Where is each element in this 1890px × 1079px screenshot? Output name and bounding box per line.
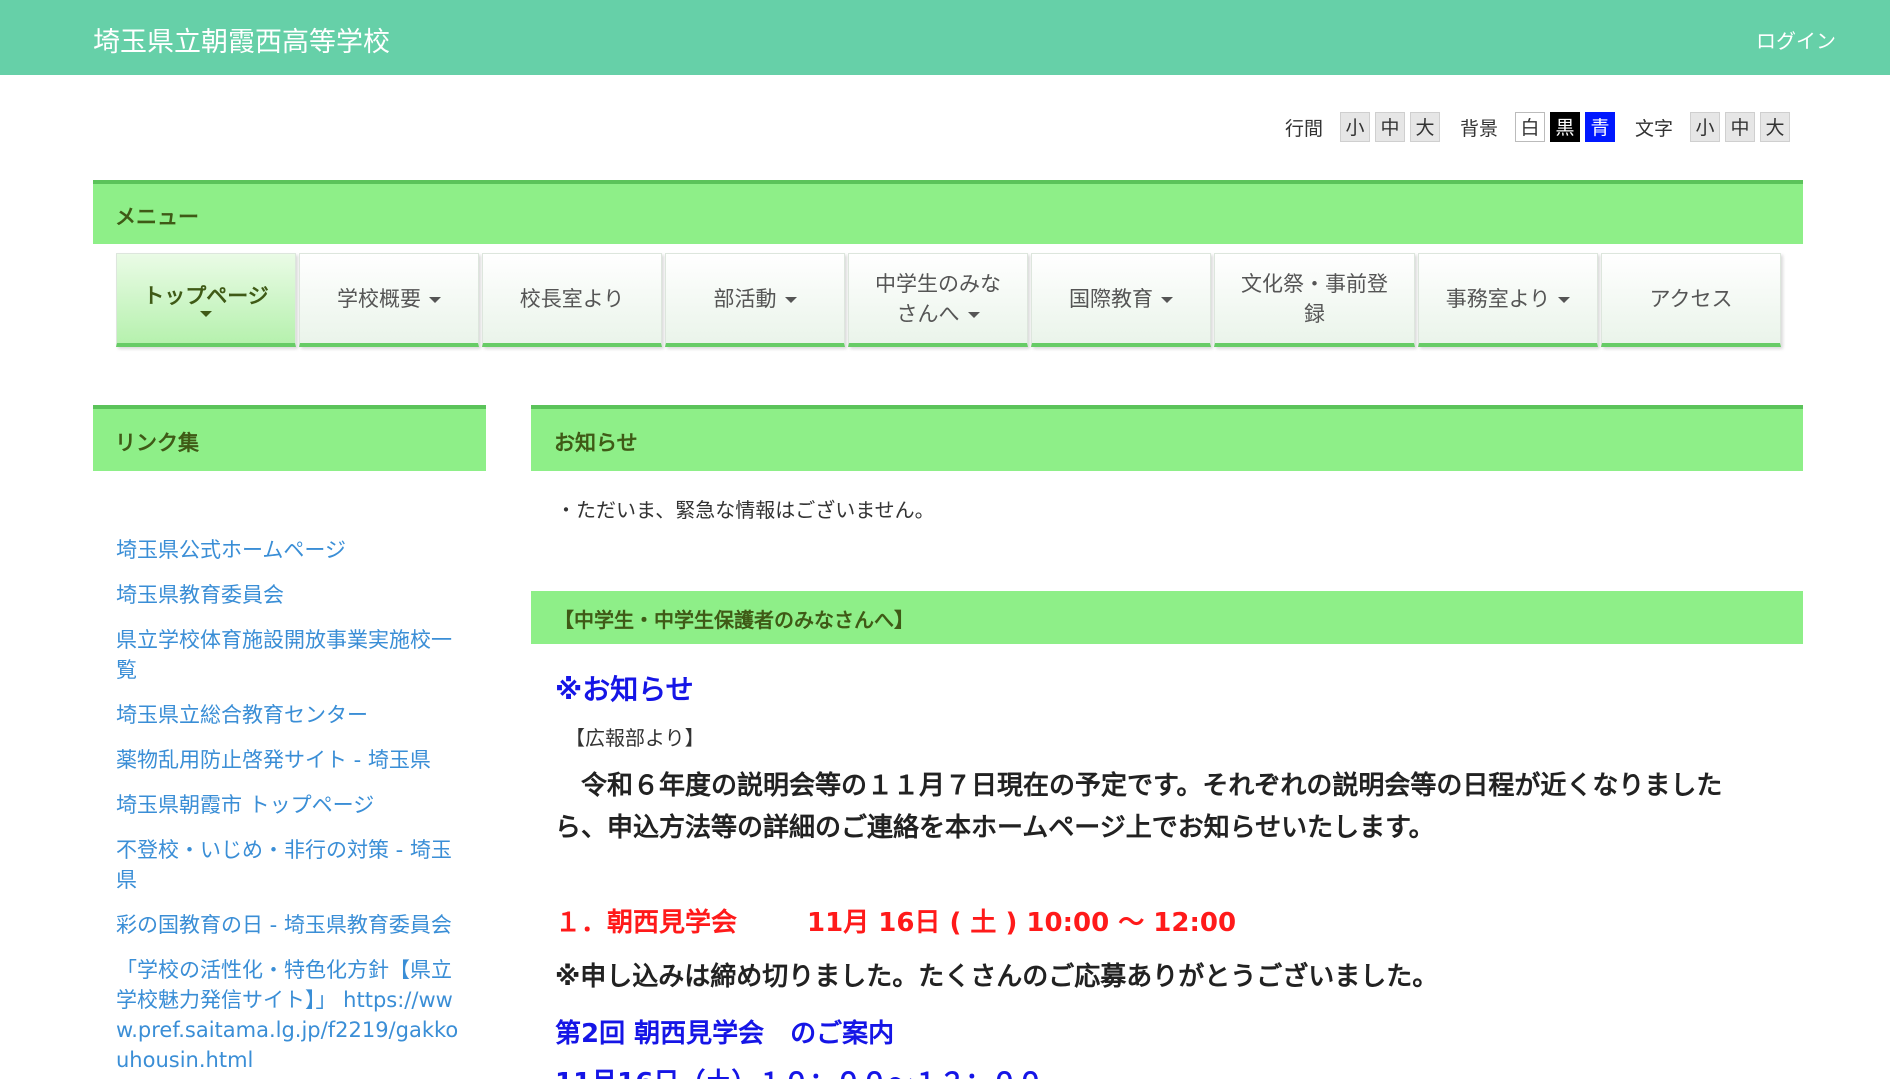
- closed-notice: ※申し込みは締め切りました。たくさんのご応募ありがとうございました。: [555, 962, 1439, 992]
- main-nav: トップページ 学校概要 校長室より 部活動 中学生のみなさんへ 国際教育 文化祭…: [116, 253, 1784, 347]
- nav-item-label: 部活動: [713, 286, 777, 311]
- junior-high-heading-bar: 【中学生・中学生保護者のみなさんへ】: [531, 591, 1803, 644]
- sidebar-link[interactable]: 埼玉県朝霞市 トップページ: [116, 790, 461, 820]
- line-spacing-large-button[interactable]: 大: [1409, 112, 1440, 142]
- nav-item-label: トップページ: [143, 283, 269, 308]
- oshirase-title: ※お知らせ: [555, 673, 694, 706]
- emergency-notice: ・ただいま、緊急な情報はございません。: [556, 498, 935, 522]
- second-event-title: 第2回 朝西見学会 のご案内: [555, 1019, 895, 1049]
- sidebar-link[interactable]: 埼玉県公式ホームページ: [116, 535, 461, 565]
- nav-item-label: 学校概要: [337, 286, 421, 311]
- text-size-large-button[interactable]: 大: [1760, 112, 1790, 142]
- chevron-down-icon: [1558, 296, 1571, 303]
- nav-item-festival[interactable]: 文化祭・事前登録: [1214, 253, 1415, 347]
- sidebar-link[interactable]: 不登校・いじめ・非行の対策 - 埼玉県: [116, 835, 461, 895]
- schedule-intro: 令和６年度の説明会等の１１月７日現在の予定です。それぞれの説明会等の日程が近くな…: [555, 771, 1723, 843]
- sidebar-link[interactable]: 薬物乱用防止啓発サイト - 埼玉県: [116, 745, 461, 775]
- nav-item-label: 事務室より: [1445, 286, 1551, 311]
- site-header: 埼玉県立朝霞西高等学校 ログイン: [0, 0, 1890, 75]
- news-heading: お知らせ: [554, 431, 638, 455]
- line-spacing-small-button[interactable]: 小: [1339, 112, 1370, 142]
- nav-item-label: アクセス: [1649, 286, 1733, 311]
- chevron-down-icon: [967, 311, 980, 318]
- login-link[interactable]: ログイン: [1756, 25, 1836, 54]
- nav-item-label: 国際教育: [1069, 286, 1153, 311]
- sidebar-link[interactable]: 埼玉県教育委員会: [116, 580, 461, 610]
- background-blue-button[interactable]: 青: [1584, 112, 1615, 142]
- menu-heading-bar: メニュー: [93, 180, 1803, 244]
- background-label: 背景: [1459, 117, 1498, 140]
- background-white-button[interactable]: 白: [1514, 112, 1545, 142]
- nav-item-international[interactable]: 国際教育: [1031, 253, 1211, 347]
- nav-item-label: 中学生のみなさんへ: [875, 271, 1001, 326]
- sidebar-link[interactable]: 彩の国教育の日 - 埼玉県教育委員会: [116, 910, 461, 940]
- nav-item-access[interactable]: アクセス: [1601, 253, 1781, 347]
- second-event-date: 11月16日（土）１０：００〜１２：００: [555, 1062, 1043, 1079]
- line-spacing-label: 行間: [1284, 117, 1323, 140]
- nav-item-office[interactable]: 事務室より: [1418, 253, 1598, 347]
- event-date: 11月 16日 ( 土 ) 10:00 〜 12:00: [807, 908, 1237, 938]
- background-black-button[interactable]: 黒: [1549, 112, 1580, 142]
- nav-item-top-page[interactable]: トップページ: [116, 253, 296, 347]
- site-title[interactable]: 埼玉県立朝霞西高等学校: [93, 20, 390, 59]
- text-size-medium-button[interactable]: 中: [1725, 112, 1755, 142]
- chevron-down-icon: [200, 310, 212, 317]
- nav-item-label: 文化祭・事前登録: [1241, 271, 1388, 326]
- nav-item-principal[interactable]: 校長室より: [482, 253, 662, 347]
- text-size-label: 文字: [1634, 117, 1673, 140]
- sidebar-link[interactable]: 埼玉県立総合教育センター: [116, 700, 461, 730]
- links-list: 埼玉県公式ホームページ 埼玉県教育委員会 県立学校体育施設開放事業実施校一覧 埼…: [116, 535, 461, 1079]
- menu-heading: メニュー: [115, 205, 199, 229]
- nav-item-junior-high[interactable]: 中学生のみなさんへ: [848, 253, 1028, 347]
- nav-item-label: 校長室より: [519, 286, 625, 311]
- junior-high-heading: 【中学生・中学生保護者のみなさんへ】: [554, 608, 914, 632]
- chevron-down-icon: [784, 296, 797, 303]
- sidebar-link[interactable]: 県立学校体育施設開放事業実施校一覧: [116, 625, 461, 685]
- sidebar-link[interactable]: 「学校の活性化・特色化方針【県立学校魅力発信サイト】」 https://www.…: [116, 955, 461, 1075]
- chevron-down-icon: [429, 296, 441, 303]
- nav-item-clubs[interactable]: 部活動: [665, 253, 845, 347]
- event-title: １．朝西見学会: [555, 908, 738, 938]
- accessibility-toolbar: 行間 小 中 大 背景 白 黒 青 文字 小 中 大: [1285, 112, 1790, 142]
- chevron-down-icon: [1161, 296, 1173, 303]
- nav-item-school-overview[interactable]: 学校概要: [299, 253, 479, 347]
- news-heading-bar: お知らせ: [531, 405, 1803, 471]
- event-line: １．朝西見学会 11月 16日 ( 土 ) 10:00 〜 12:00: [555, 902, 1236, 939]
- links-heading: リンク集: [115, 431, 199, 455]
- links-heading-bar: リンク集: [93, 405, 486, 471]
- pr-department-label: 【広報部より】: [565, 726, 705, 750]
- line-spacing-medium-button[interactable]: 中: [1374, 112, 1405, 142]
- text-size-small-button[interactable]: 小: [1690, 112, 1720, 142]
